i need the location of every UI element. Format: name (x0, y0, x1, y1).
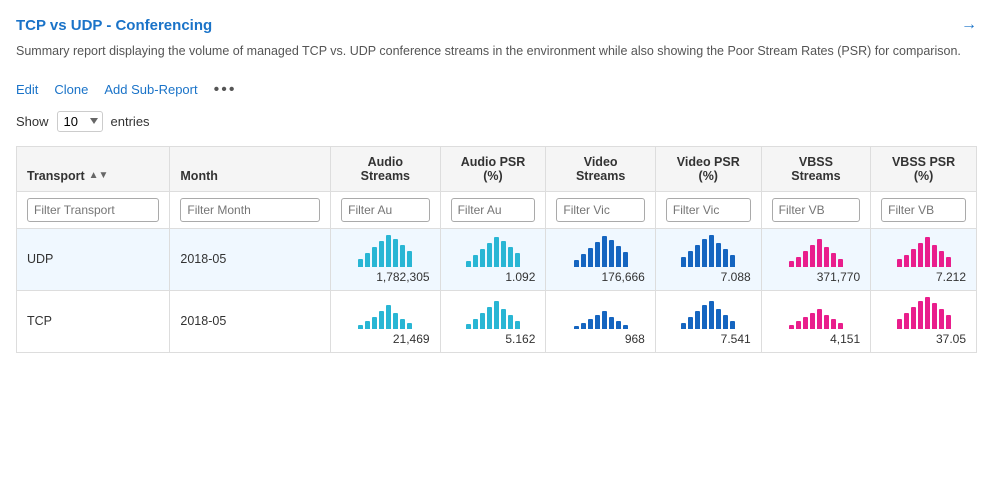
col-header-transport: Transport ▲▼ (17, 146, 170, 191)
filter-video-streams[interactable] (556, 198, 644, 222)
more-options-button[interactable]: ••• (214, 81, 237, 99)
chart-cell: 5.162 (451, 297, 536, 346)
chart-cell: 4,151 (772, 297, 860, 346)
col-header-video-psr: Video PSR(%) (655, 146, 761, 191)
chart-cell: 21,469 (341, 297, 429, 346)
sort-icon[interactable]: ▲▼ (89, 170, 109, 181)
month-cell: 2018-05 (170, 228, 331, 290)
data-table: Transport ▲▼ Month AudioStreams Audio PS… (16, 146, 977, 353)
edit-button[interactable]: Edit (16, 82, 38, 97)
filter-month[interactable] (180, 198, 320, 222)
table-row: TCP2018-0521,469 5.162 968 7.541 4,151 37.05 (17, 290, 977, 352)
table-row: UDP2018-051,782,305 1.092 176,666 7.088 371,… (17, 228, 977, 290)
col-header-vbss-streams: VBSSStreams (761, 146, 870, 191)
chart-cell: 7.212 (881, 235, 966, 284)
toolbar: Edit Clone Add Sub-Report ••• (16, 81, 977, 99)
filter-vbss-streams[interactable] (772, 198, 860, 222)
clone-button[interactable]: Clone (54, 82, 88, 97)
col-header-video-streams: VideoStreams (546, 146, 655, 191)
chart-cell: 37.05 (881, 297, 966, 346)
chart-cell: 7.088 (666, 235, 751, 284)
month-cell: 2018-05 (170, 290, 331, 352)
navigate-arrow-icon[interactable]: → (961, 16, 977, 34)
transport-label: Transport (27, 169, 85, 183)
chart-cell: 176,666 (556, 235, 644, 284)
chart-cell: 1.092 (451, 235, 536, 284)
col-header-audio-psr: Audio PSR(%) (440, 146, 546, 191)
chart-cell: 968 (556, 297, 644, 346)
page-title: TCP vs UDP - Conferencing (16, 17, 212, 34)
page-description: Summary report displaying the volume of … (16, 42, 977, 61)
chart-cell: 1,782,305 (341, 235, 429, 284)
show-label: Show (16, 114, 49, 129)
filter-video-psr[interactable] (666, 198, 751, 222)
entries-control: Show 10 25 50 100 entries (16, 111, 977, 132)
filter-transport[interactable] (27, 198, 159, 222)
chart-cell: 7.541 (666, 297, 751, 346)
col-header-month: Month (170, 146, 331, 191)
transport-cell: UDP (17, 228, 170, 290)
add-sub-report-button[interactable]: Add Sub-Report (104, 82, 197, 97)
filter-row (17, 191, 977, 228)
filter-vbss-psr[interactable] (881, 198, 966, 222)
filter-audio-psr[interactable] (451, 198, 536, 222)
filter-audio-streams[interactable] (341, 198, 429, 222)
col-header-vbss-psr: VBSS PSR(%) (871, 146, 977, 191)
col-header-audio-streams: AudioStreams (331, 146, 440, 191)
transport-cell: TCP (17, 290, 170, 352)
entries-label: entries (111, 114, 150, 129)
chart-cell: 371,770 (772, 235, 860, 284)
entries-select[interactable]: 10 25 50 100 (57, 111, 103, 132)
